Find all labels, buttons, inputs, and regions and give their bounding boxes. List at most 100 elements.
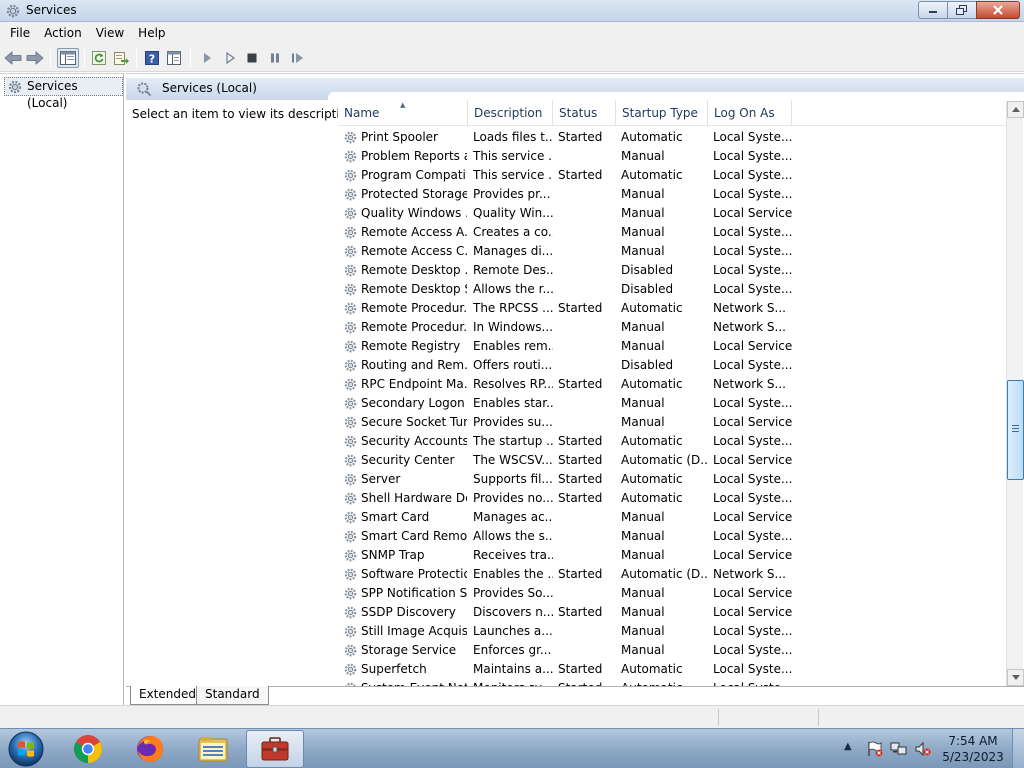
show-desktop-button[interactable] (1012, 729, 1024, 768)
volume-muted-icon[interactable] (914, 741, 932, 757)
svg-text:?: ? (149, 53, 155, 66)
service-row[interactable]: Remote Access C... Manages di... Manual Loc… (338, 242, 1006, 261)
service-gear-icon (344, 226, 357, 239)
column-header-startup-type[interactable]: Startup Type (616, 100, 708, 126)
back-button[interactable] (3, 48, 23, 68)
service-row[interactable]: RPC Endpoint Ma... Resolves RP... Started A… (338, 375, 1006, 394)
minimize-button[interactable] (918, 1, 948, 19)
service-name: Remote Procedur... (361, 320, 467, 334)
service-row[interactable]: Remote Desktop ... Remote Des... Disabled L… (338, 261, 1006, 280)
service-row[interactable]: Protected Storage Provides pr... Manual Loc… (338, 185, 1006, 204)
service-row[interactable]: Server Supports fil... Started Automatic Loc… (338, 470, 1006, 489)
taskbar-firefox[interactable] (121, 730, 179, 768)
column-header-description[interactable]: Description (468, 100, 553, 126)
service-startup-type: Manual (621, 244, 665, 258)
restart-service-button[interactable] (288, 48, 308, 68)
tab-extended[interactable]: Extended (130, 686, 205, 705)
tab-standard[interactable]: Standard (196, 686, 269, 705)
service-description: Remote Des... (473, 263, 553, 277)
properties-button[interactable] (164, 48, 184, 68)
service-description: Allows the s... (473, 529, 553, 543)
taskbar-services-tool[interactable] (246, 730, 304, 768)
menu-file[interactable]: File (3, 22, 37, 44)
service-row[interactable]: Remote Procedur... The RPCSS ... Started Au… (338, 299, 1006, 318)
pause-service-button[interactable] (265, 48, 285, 68)
service-log-on-as: Local Syste... (713, 130, 793, 144)
taskbar-file-explorer[interactable] (184, 730, 242, 768)
system-clock[interactable]: 7:54 AM 5/23/2023 (940, 733, 1006, 765)
vertical-scrollbar[interactable] (1006, 101, 1024, 686)
show-hide-console-tree-button[interactable] (57, 48, 79, 68)
forward-button[interactable] (25, 48, 45, 68)
service-log-on-as: Local Syste... (713, 491, 793, 505)
network-icon[interactable] (890, 741, 908, 757)
service-log-on-as: Local Syste... (713, 358, 793, 372)
refresh-button[interactable] (89, 48, 109, 68)
service-gear-icon (344, 188, 357, 201)
clock-time: 7:54 AM (948, 734, 998, 748)
service-row[interactable]: Shell Hardware De... Provides no... Starte… (338, 489, 1006, 508)
close-button[interactable] (976, 1, 1020, 19)
service-row[interactable]: Still Image Acquisi... Launches a... Manua… (338, 622, 1006, 641)
service-row[interactable]: Smart Card Remo... Allows the s... Manual L… (338, 527, 1006, 546)
service-log-on-as: Local Service (713, 415, 793, 429)
scroll-up-button[interactable] (1007, 101, 1024, 118)
service-row[interactable]: Secure Socket Tun... Provides su... Manual… (338, 413, 1006, 432)
service-startup-type: Manual (621, 624, 665, 638)
stop-service-button[interactable] (242, 48, 262, 68)
service-row[interactable]: Remote Desktop S... Allows the r... Disabl… (338, 280, 1006, 299)
view-tabs: Extended Standard (126, 686, 1024, 705)
menu-view[interactable]: View (89, 22, 131, 44)
service-row[interactable]: Security Accounts... The startup ... Start… (338, 432, 1006, 451)
service-name: Security Accounts... (361, 434, 467, 448)
action-center-flag-icon[interactable] (866, 741, 884, 757)
start-service-button[interactable] (197, 48, 217, 68)
service-startup-type: Manual (621, 586, 665, 600)
service-row[interactable]: Remote Procedur... In Windows... Manual Net… (338, 318, 1006, 337)
service-description: Provides no... (473, 491, 553, 505)
service-row[interactable]: Problem Reports a... This service ... Manu… (338, 147, 1006, 166)
help-button[interactable]: ? (142, 48, 162, 68)
start-service-alt-button[interactable] (220, 48, 240, 68)
tree-item-services-local[interactable]: Services (Local) (4, 77, 123, 110)
service-gear-icon (344, 397, 357, 410)
service-row[interactable]: SSDP Discovery Discovers n... Started Manua… (338, 603, 1006, 622)
menu-help[interactable]: Help (131, 22, 172, 44)
service-status: Started (558, 130, 603, 144)
service-row[interactable]: Security Center The WSCSV... Started Automa… (338, 451, 1006, 470)
service-row[interactable]: Secondary Logon Enables star... Manual Loca… (338, 394, 1006, 413)
menu-action[interactable]: Action (37, 22, 89, 44)
column-header-log-on-as[interactable]: Log On As (708, 100, 792, 126)
service-name: Quality Windows ... (361, 206, 467, 220)
service-log-on-as: Local Syste... (713, 187, 793, 201)
service-row[interactable]: Software Protection Enables the ... Starte… (338, 565, 1006, 584)
scroll-down-button[interactable] (1007, 669, 1024, 686)
restore-button[interactable] (947, 1, 977, 19)
service-row[interactable]: Print Spooler Loads files t... Started Auto… (338, 128, 1006, 147)
start-button[interactable] (4, 730, 48, 768)
service-row[interactable]: Storage Service Enforces gr... Manual Local… (338, 641, 1006, 660)
service-status (558, 394, 618, 413)
service-row[interactable]: SNMP Trap Receives tra... Manual Local Serv… (338, 546, 1006, 565)
service-row[interactable]: System Event Noti... Monitors sy... Starte… (338, 679, 1006, 686)
service-row[interactable]: Quality Windows ... Quality Win... Manual L… (338, 204, 1006, 223)
tray-overflow-chevron-icon[interactable]: ▲ (844, 741, 852, 752)
service-row[interactable]: Superfetch Maintains a... Started Automatic… (338, 660, 1006, 679)
service-row[interactable]: Remote Registry Enables rem... Manual Local… (338, 337, 1006, 356)
file-explorer-icon (198, 737, 228, 762)
service-row[interactable]: Smart Card Manages ac... Manual Local Servi… (338, 508, 1006, 527)
export-list-button[interactable] (111, 48, 131, 68)
service-log-on-as: Local Service (713, 453, 793, 467)
taskbar-chrome[interactable] (59, 730, 117, 768)
column-header-status[interactable]: Status (553, 100, 616, 126)
column-header-name[interactable]: ▲ Name (338, 100, 468, 126)
toolbar-separator (84, 49, 85, 67)
service-gear-icon (344, 663, 357, 676)
service-row[interactable]: Routing and Rem... Offers routi... Disable… (338, 356, 1006, 375)
service-row[interactable]: Remote Access A... Creates a co... Manual L… (338, 223, 1006, 242)
service-row[interactable]: SPP Notification S... Provides So... Manua… (338, 584, 1006, 603)
service-gear-icon (344, 606, 357, 619)
service-name: Secondary Logon (361, 396, 465, 410)
scroll-thumb[interactable] (1007, 380, 1024, 480)
service-row[interactable]: Program Compati... This service ... Starte… (338, 166, 1006, 185)
